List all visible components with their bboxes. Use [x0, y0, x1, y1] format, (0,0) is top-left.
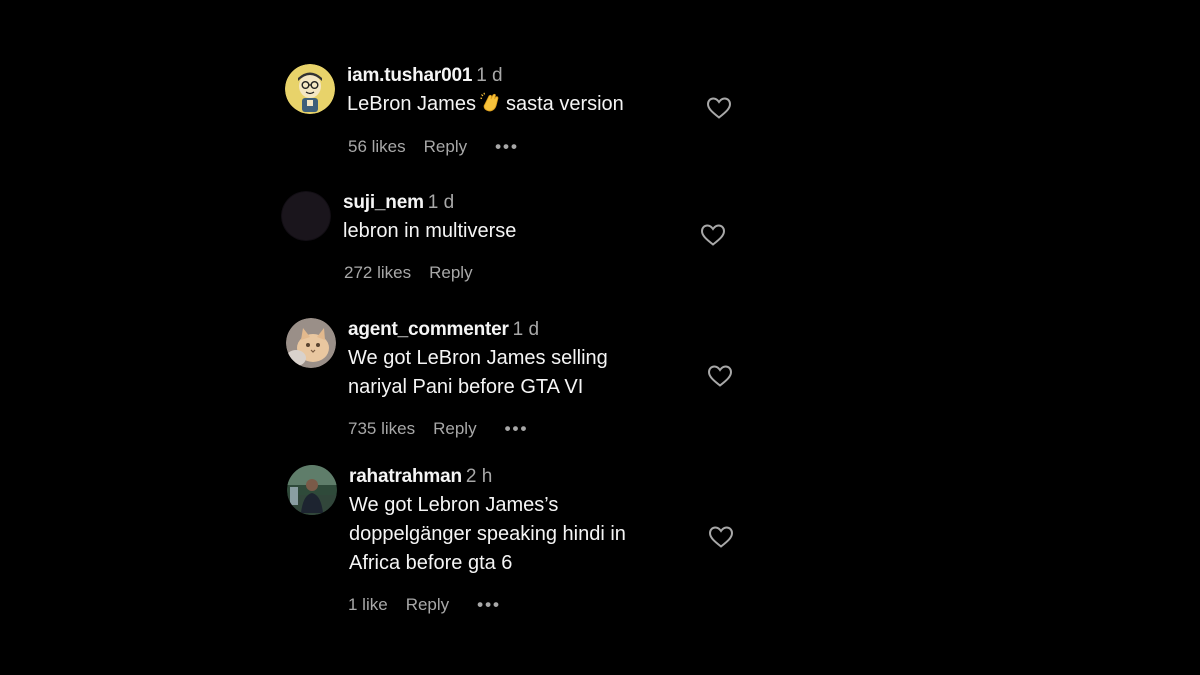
- likes-count[interactable]: 735 likes: [348, 418, 415, 440]
- comment-content: agent_commenter 1 d We got LeBron James s…: [348, 318, 608, 402]
- comment-text: We got LeBron James selling nariyal Pani…: [348, 344, 608, 402]
- comment-text-line: We got LeBron James selling: [348, 347, 608, 369]
- comment-actions: 735 likes Reply •••: [348, 418, 528, 440]
- comment-text: We got Lebron James’s doppelgänger speak…: [349, 491, 626, 578]
- timestamp[interactable]: 1 d: [513, 319, 539, 340]
- comment-header: rahatrahman 2 h: [349, 465, 626, 489]
- clapping-hands-icon: [480, 92, 499, 112]
- heart-icon[interactable]: [706, 96, 732, 120]
- reply-button[interactable]: Reply: [406, 594, 449, 616]
- heart-icon[interactable]: [708, 525, 734, 549]
- username[interactable]: agent_commenter: [348, 319, 509, 340]
- comment-header: agent_commenter 1 d: [348, 318, 608, 342]
- heart-icon[interactable]: [700, 223, 726, 247]
- likes-count[interactable]: 56 likes: [348, 136, 406, 158]
- photo-avatar-icon[interactable]: [287, 465, 337, 515]
- dark-avatar-icon[interactable]: [281, 191, 331, 241]
- heart-icon[interactable]: [707, 364, 733, 388]
- cat-avatar-icon[interactable]: [286, 318, 336, 368]
- comment-header: suji_nem 1 d: [343, 191, 516, 215]
- comment-text-line: lebron in multiverse: [343, 220, 517, 242]
- comment-text-line: nariyal Pani before GTA VI: [348, 376, 584, 398]
- reply-button[interactable]: Reply: [433, 418, 476, 440]
- comment-text-line: doppelgänger speaking hindi in: [349, 523, 626, 545]
- likes-count[interactable]: 1 like: [348, 594, 388, 616]
- reply-button[interactable]: Reply: [429, 262, 472, 284]
- cartoon-avatar-icon[interactable]: [285, 64, 335, 114]
- comment-actions: 56 likes Reply •••: [348, 136, 519, 158]
- more-options-button[interactable]: •••: [505, 418, 529, 440]
- likes-count[interactable]: 272 likes: [344, 262, 411, 284]
- comment-content: rahatrahman 2 h We got Lebron James’s dop…: [349, 465, 626, 578]
- comment-actions: 1 like Reply •••: [348, 594, 501, 616]
- comment-content: suji_nem 1 d lebron in multiverse: [343, 191, 516, 246]
- comment-text: lebron in multiverse: [343, 217, 516, 246]
- username[interactable]: rahatrahman: [349, 466, 462, 487]
- timestamp[interactable]: 2 h: [466, 466, 492, 487]
- comment-content: iam.tushar001 1 d LeBron James sasta vers…: [347, 64, 624, 119]
- more-options-button[interactable]: •••: [495, 136, 519, 158]
- timestamp[interactable]: 1 d: [476, 65, 502, 86]
- username[interactable]: iam.tushar001: [347, 65, 472, 86]
- comment-text: LeBron James sasta version: [347, 90, 624, 119]
- comment-text-part: LeBron James: [347, 93, 476, 115]
- more-options-button[interactable]: •••: [477, 594, 501, 616]
- comment-text-part: sasta version: [505, 93, 624, 115]
- comment-text-line: We got Lebron James’s: [349, 494, 559, 516]
- timestamp[interactable]: 1 d: [428, 192, 454, 213]
- reply-button[interactable]: Reply: [424, 136, 467, 158]
- comment-header: iam.tushar001 1 d: [347, 64, 624, 88]
- comment-text-line: Africa before gta 6: [349, 552, 513, 574]
- comment-actions: 272 likes Reply: [344, 262, 473, 284]
- username[interactable]: suji_nem: [343, 192, 424, 213]
